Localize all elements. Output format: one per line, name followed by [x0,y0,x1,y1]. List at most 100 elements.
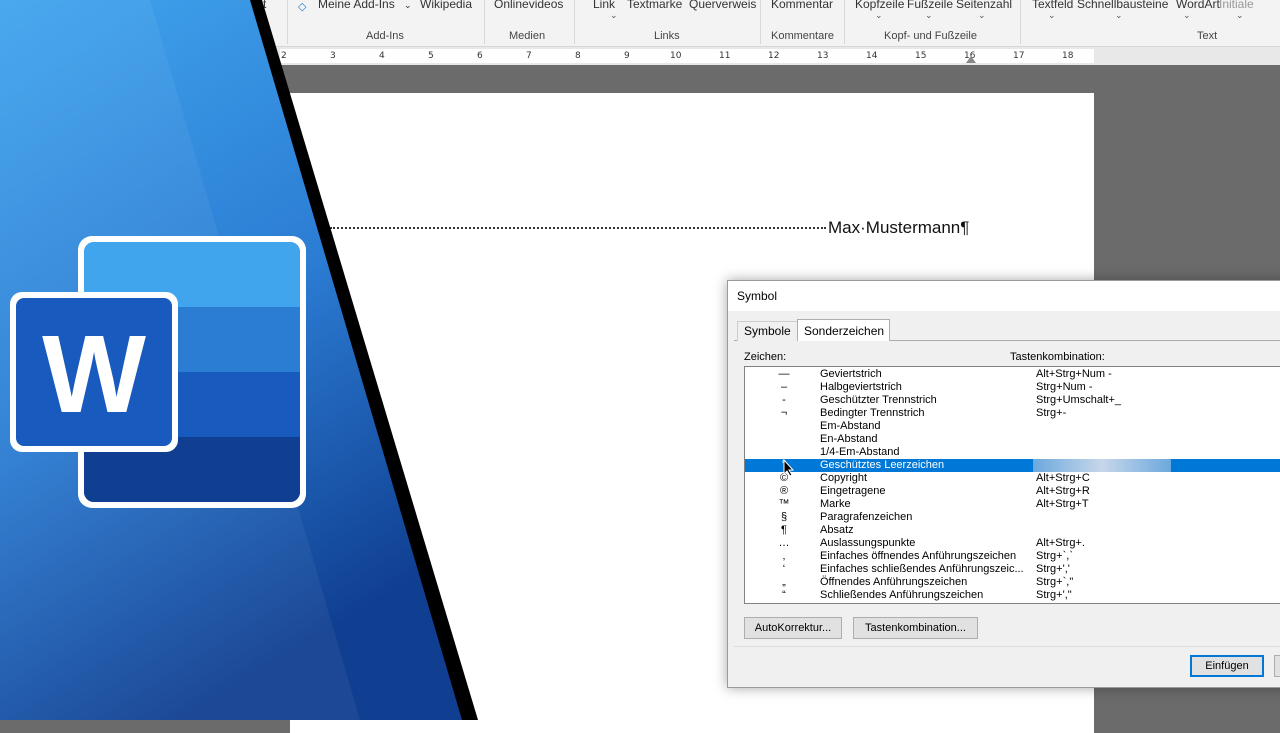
symbol-dialog[interactable]: Symbol Symbole Sonderzeichen Zeichen: Ta… [727,280,1280,688]
list-item-name: Auslassungspunkte [820,537,916,549]
list-item[interactable]: © Copyright Alt+Strg+C [745,472,1280,485]
list-item-char: „ [782,576,786,588]
list-item-name: Schließendes Anführungszeichen [820,589,984,601]
list-item-char: ¶ [781,524,787,536]
ruler-tick: 9 [624,51,630,61]
ruler-tick: 18 [1062,51,1074,61]
group-kopf-fusszeile: Kopf- und Fußzeile [884,30,977,42]
ruler-tick: 7 [526,51,532,61]
list-item-name: Copyright [820,472,868,484]
insert-button[interactable]: Einfügen [1190,655,1264,677]
list-item-name: Halbgeviertstrich [820,381,902,393]
ribbon-schnellbausteine[interactable]: Schnellbausteine [1077,0,1168,11]
list-item-name: Absatz [820,524,854,536]
list-item-shortcut: Strg+Umschalt+_ [1036,394,1121,406]
list-item[interactable]: ‘ Einfaches schließendes Anführungszeic..… [745,563,1280,576]
list-item-name: 1/4-Em-Abstand [820,446,900,458]
list-item[interactable]: „ Öffnendes Anführungszeichen Strg+`," [745,576,1280,589]
list-item[interactable]: En-Abstand [745,433,1280,446]
list-item[interactable]: - Geschützter Trennstrich Strg+Umschalt+_ [745,394,1280,407]
blurred-shortcut [1033,459,1171,472]
chevron-down-icon[interactable]: ⌄ [1115,10,1123,21]
ribbon-kommentar[interactable]: Kommentar [771,0,833,11]
tab-symbole[interactable]: Symbole [737,321,798,341]
list-item-name: Paragrafenzeichen [820,511,913,523]
list-item-shortcut: Alt+Strg+C [1036,472,1090,484]
dialog-title: Symbol [737,289,778,303]
list-item-name: Geviertstrich [820,368,882,380]
word-banner: W [0,0,478,720]
list-item-shortcut: Alt+Strg+R [1036,485,1090,497]
list-item-name: Öffnendes Anführungszeichen [820,576,968,588]
chevron-down-icon[interactable]: ⌄ [875,10,883,21]
list-item[interactable]: ¬ Bedingter Trennstrich Strg+- [745,407,1280,420]
list-item-char: “ [782,589,786,601]
ruler-tick: 15 [915,51,927,61]
chevron-down-icon[interactable]: ⌄ [1183,10,1191,21]
ruler-tick: 12 [768,51,780,61]
list-item-char: - [782,394,786,406]
group-links: Links [654,30,680,42]
list-item[interactable]: °Geschütztes Leerzeichen [745,459,1280,472]
list-item-char: … [778,537,790,549]
list-item-shortcut: Alt+Strg+Num - [1036,368,1112,380]
chevron-down-icon[interactable]: ⌄ [1048,10,1056,21]
ribbon-querverweis[interactable]: Querverweis [689,0,756,11]
list-item[interactable]: ® Eingetragene Alt+Strg+R [745,485,1280,498]
list-item[interactable]: ¶ Absatz [745,524,1280,537]
list-item-name: Eingetragene [820,485,886,497]
list-item-name: En-Abstand [820,433,878,445]
chevron-down-icon[interactable]: ⌄ [925,10,933,21]
list-item-shortcut: Strg+'," [1036,589,1072,601]
close-button-partial[interactable] [1274,655,1280,677]
list-item[interactable]: … Auslassungspunkte Alt+Strg+. [745,537,1280,550]
list-item-name: Marke [820,498,851,510]
chevron-down-icon[interactable]: ⌄ [1236,10,1244,21]
ruler-tick: 14 [866,51,878,61]
ruler-tick: 13 [817,51,829,61]
ribbon-divider [1020,0,1021,44]
autocorrect-button[interactable]: AutoKorrektur... [744,617,842,639]
ribbon-textmarke[interactable]: Textmarke [627,0,682,11]
document-text[interactable]: Max·Mustermann¶ [828,218,969,238]
chevron-down-icon[interactable]: ⌄ [978,10,986,21]
list-item-name: Einfaches schließendes Anführungszeic... [820,563,1024,575]
group-medien: Medien [509,30,546,42]
group-kommentare: Kommentare [771,30,834,42]
list-item-shortcut: Strg+`,` [1036,550,1073,562]
chevron-down-icon[interactable]: ⌄ [610,10,618,21]
ribbon-divider [760,0,761,44]
list-item[interactable]: ‚ Einfaches öffnendes Anführungszeichen St… [745,550,1280,563]
list-item-char: ‚ [782,550,786,562]
ruler-tick: 8 [575,51,581,61]
list-item-shortcut: Strg+- [1036,407,1067,419]
list-item-char: ™ [778,498,790,510]
dialog-titlebar[interactable]: Symbol [728,281,1280,311]
shortcut-key-button[interactable]: Tastenkombination... [853,617,978,639]
list-item-name: Bedingter Trennstrich [820,407,925,419]
list-item-shortcut: Strg+`," [1036,576,1074,588]
ribbon-onlinevideos[interactable]: Onlinevideos [494,0,563,11]
list-item-shortcut: Strg+',' [1036,563,1070,575]
list-item[interactable]: Em-Abstand [745,420,1280,433]
ribbon-divider [844,0,845,44]
list-item-name: Geschützter Trennstrich [820,394,937,406]
special-characters-list[interactable]: — Geviertstrich Alt+Strg+Num - – Halbgeviert… [744,366,1280,604]
ruler-tick: 17 [1013,51,1025,61]
list-item[interactable]: 1/4-Em-Abstand [745,446,1280,459]
tab-sonderzeichen[interactable]: Sonderzeichen [797,319,890,341]
list-item[interactable]: – Halbgeviertstrich Strg+Num - [745,381,1280,394]
list-item[interactable]: § Paragrafenzeichen [745,511,1280,524]
list-item-name: Einfaches öffnendes Anführungszeichen [820,550,1017,562]
list-item-char: ® [779,485,789,497]
column-header-char: Zeichen: [744,351,787,363]
mouse-cursor-icon [783,459,795,477]
list-item-char: – [780,381,788,393]
word-logo-letter: W [42,313,146,436]
list-item[interactable]: ™ Marke Alt+Strg+T [745,498,1280,511]
group-text: Text [1197,30,1218,42]
list-item-shortcut: Alt+Strg+. [1036,537,1085,549]
indent-marker-icon[interactable] [966,56,976,64]
list-item[interactable]: “ Schließendes Anführungszeichen Strg+'," [745,589,1280,602]
list-item[interactable]: — Geviertstrich Alt+Strg+Num - [745,368,1280,381]
